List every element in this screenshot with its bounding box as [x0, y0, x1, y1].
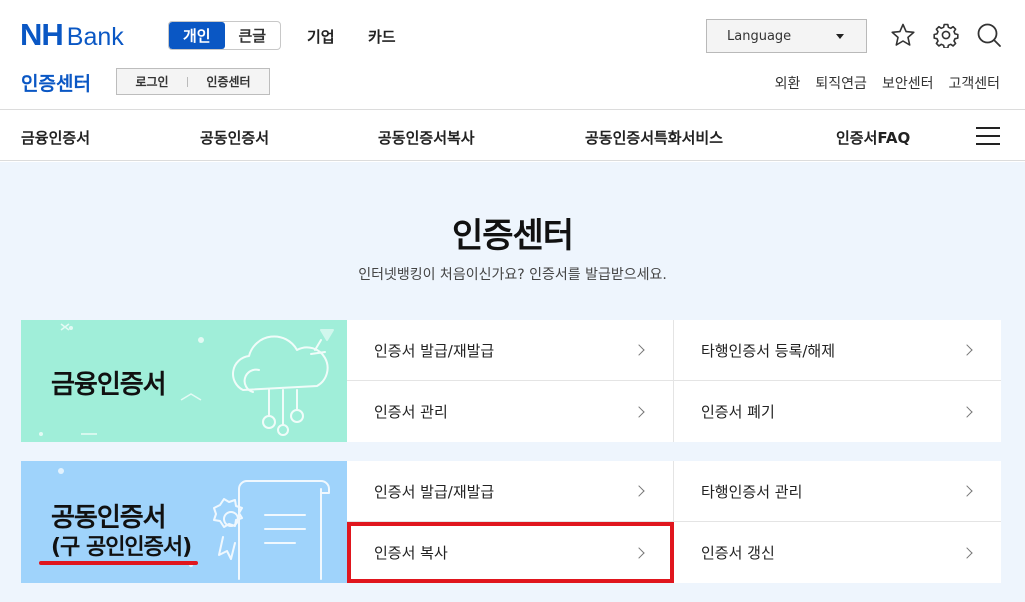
language-select-label: Language [727, 28, 792, 44]
gear-icon[interactable] [933, 22, 959, 49]
joint-cert-links: 인증서 발급/재발급 타행인증서 관리 인증서 복사 인증서 갱신 [347, 461, 1001, 583]
chevron-right-icon [633, 485, 645, 497]
login-group: 로그인 인증센터 [116, 68, 270, 95]
util-link-forex[interactable]: 외환 [775, 73, 801, 93]
chevron-right-icon [961, 485, 973, 497]
site-header: NH Bank 개인 큰글 기업 카드 Language 인증센터 로그인 인증… [0, 0, 1025, 110]
joint-cert-copy-link[interactable]: 인증서 복사 [347, 522, 674, 583]
util-link-security[interactable]: 보안센터 [882, 73, 934, 93]
chevron-right-icon [961, 405, 973, 418]
joint-other-bank-manage-label: 타행인증서 관리 [701, 482, 803, 501]
login-button[interactable]: 로그인 [117, 73, 187, 90]
main-content: 인증센터 인터넷뱅킹이 처음이신가요? 인증서를 발급받으세요. 금융인증서 인… [0, 162, 1025, 602]
star-icon[interactable] [890, 22, 916, 48]
cert-center-button[interactable]: 인증센터 [188, 73, 269, 90]
chevron-right-icon [633, 546, 645, 559]
fin-manage-label: 인증서 관리 [374, 403, 448, 421]
fin-other-bank-register-link[interactable]: 타행인증서 등록/해제 [674, 320, 1001, 381]
nav-item-joint-cert-copy[interactable]: 공동인증서복사 [378, 127, 475, 148]
corporate-link[interactable]: 기업 [307, 26, 335, 47]
fin-issue-reissue-label: 인증서 발급/재발급 [374, 341, 495, 360]
red-underline-annotation [39, 561, 198, 565]
joint-cert-renew-label: 인증서 갱신 [701, 544, 775, 562]
joint-cert-copy-label: 인증서 복사 [374, 544, 448, 562]
chevron-right-icon [961, 344, 973, 356]
util-link-customer[interactable]: 고객센터 [948, 73, 1000, 93]
fin-other-bank-register-label: 타행인증서 등록/해제 [701, 341, 836, 360]
logo-bank-text: Bank [66, 23, 124, 51]
nav-item-joint-cert-special[interactable]: 공동인증서특화서비스 [585, 127, 723, 148]
caret-down-icon [836, 34, 844, 39]
card-link[interactable]: 카드 [368, 26, 396, 47]
hamburger-icon[interactable] [976, 127, 1000, 146]
financial-cert-banner[interactable]: 금융인증서 [21, 320, 347, 442]
nav-item-cert-faq[interactable]: 인증서FAQ [836, 127, 910, 148]
page-title: 인증센터 [451, 216, 574, 256]
joint-cert-banner[interactable]: 공동인증서 (구 공인인증서) [21, 461, 347, 583]
mode-large-text-button[interactable]: 큰글 [225, 22, 281, 49]
joint-other-bank-manage-link[interactable]: 타행인증서 관리 [674, 461, 1001, 522]
chevron-right-icon [961, 546, 973, 559]
search-icon[interactable] [976, 22, 1002, 48]
main-nav: 금융인증서 공동인증서 공동인증서복사 공동인증서특화서비스 인증서FAQ [0, 111, 1025, 161]
fin-issue-reissue-link[interactable]: 인증서 발급/재발급 [347, 320, 674, 381]
financial-cert-links: 인증서 발급/재발급 타행인증서 등록/해제 인증서 관리 인증서 폐기 [347, 320, 1001, 442]
joint-cert-renew-link[interactable]: 인증서 갱신 [674, 522, 1001, 583]
joint-cert-card: 공동인증서 (구 공인인증서) 인증서 발급/재발급 타행인증서 관리 인증서 … [21, 461, 1001, 583]
joint-cert-subtitle: (구 공인인증서) [51, 535, 192, 560]
logo-nh-text: NH [20, 17, 64, 52]
mode-toggle: 개인 큰글 [168, 21, 281, 50]
nav-item-joint-cert[interactable]: 공동인증서 [200, 127, 269, 148]
fin-revoke-label: 인증서 폐기 [701, 403, 775, 421]
chevron-right-icon [633, 405, 645, 418]
chevron-right-icon [633, 344, 645, 356]
joint-issue-reissue-label: 인증서 발급/재발급 [374, 482, 495, 501]
language-select[interactable]: Language [706, 19, 867, 53]
financial-cert-card: 금융인증서 인증서 발급/재발급 타행인증서 등록/해제 인증서 관리 인증서 … [21, 320, 1001, 442]
mode-personal-button[interactable]: 개인 [169, 22, 225, 49]
financial-cert-title: 금융인증서 [51, 370, 167, 400]
page-subtitle: 인터넷뱅킹이 처음이신가요? 인증서를 발급받으세요. [358, 267, 667, 283]
fin-manage-link[interactable]: 인증서 관리 [347, 381, 674, 442]
nav-item-financial-cert[interactable]: 금융인증서 [21, 127, 90, 148]
utility-links: 외환 퇴직연금 보안센터 고객센터 [775, 73, 1000, 93]
section-title[interactable]: 인증센터 [21, 69, 91, 96]
util-link-pension[interactable]: 퇴직연금 [815, 73, 867, 93]
fin-revoke-link[interactable]: 인증서 폐기 [674, 381, 1001, 442]
nh-bank-logo[interactable]: NH Bank [20, 17, 124, 52]
joint-issue-reissue-link[interactable]: 인증서 발급/재발급 [347, 461, 674, 522]
